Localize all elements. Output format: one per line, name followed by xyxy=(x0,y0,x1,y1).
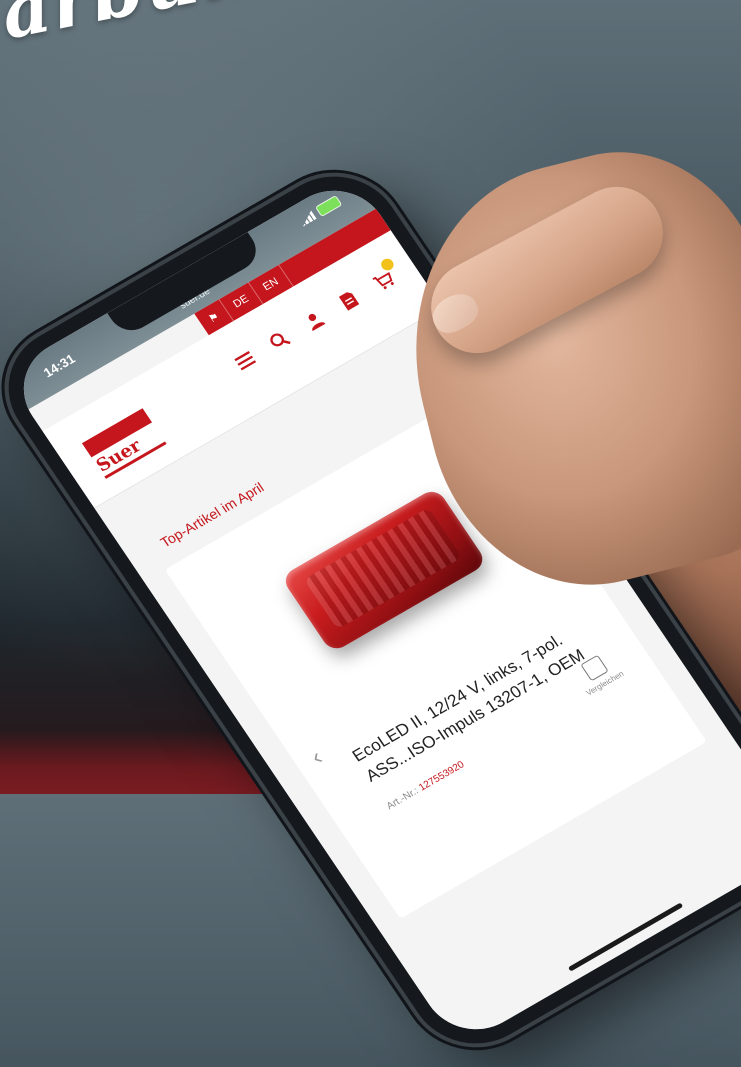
article-number[interactable]: 127553920 xyxy=(417,759,467,793)
cart-icon[interactable] xyxy=(367,256,401,297)
article-label: Art.-Nr.: xyxy=(384,785,421,813)
document-icon[interactable] xyxy=(332,285,366,317)
chevron-left-icon[interactable]: ‹ xyxy=(298,741,335,776)
search-icon[interactable] xyxy=(263,325,297,357)
suer-logo[interactable]: Suer xyxy=(81,408,167,480)
menu-icon[interactable] xyxy=(228,345,262,377)
user-icon[interactable] xyxy=(297,305,331,337)
home-indicator xyxy=(567,902,684,972)
product-title[interactable]: EcoLED II, 12/24 V, links, 7-pol. ASS...… xyxy=(348,617,602,788)
product-image[interactable] xyxy=(280,486,488,654)
